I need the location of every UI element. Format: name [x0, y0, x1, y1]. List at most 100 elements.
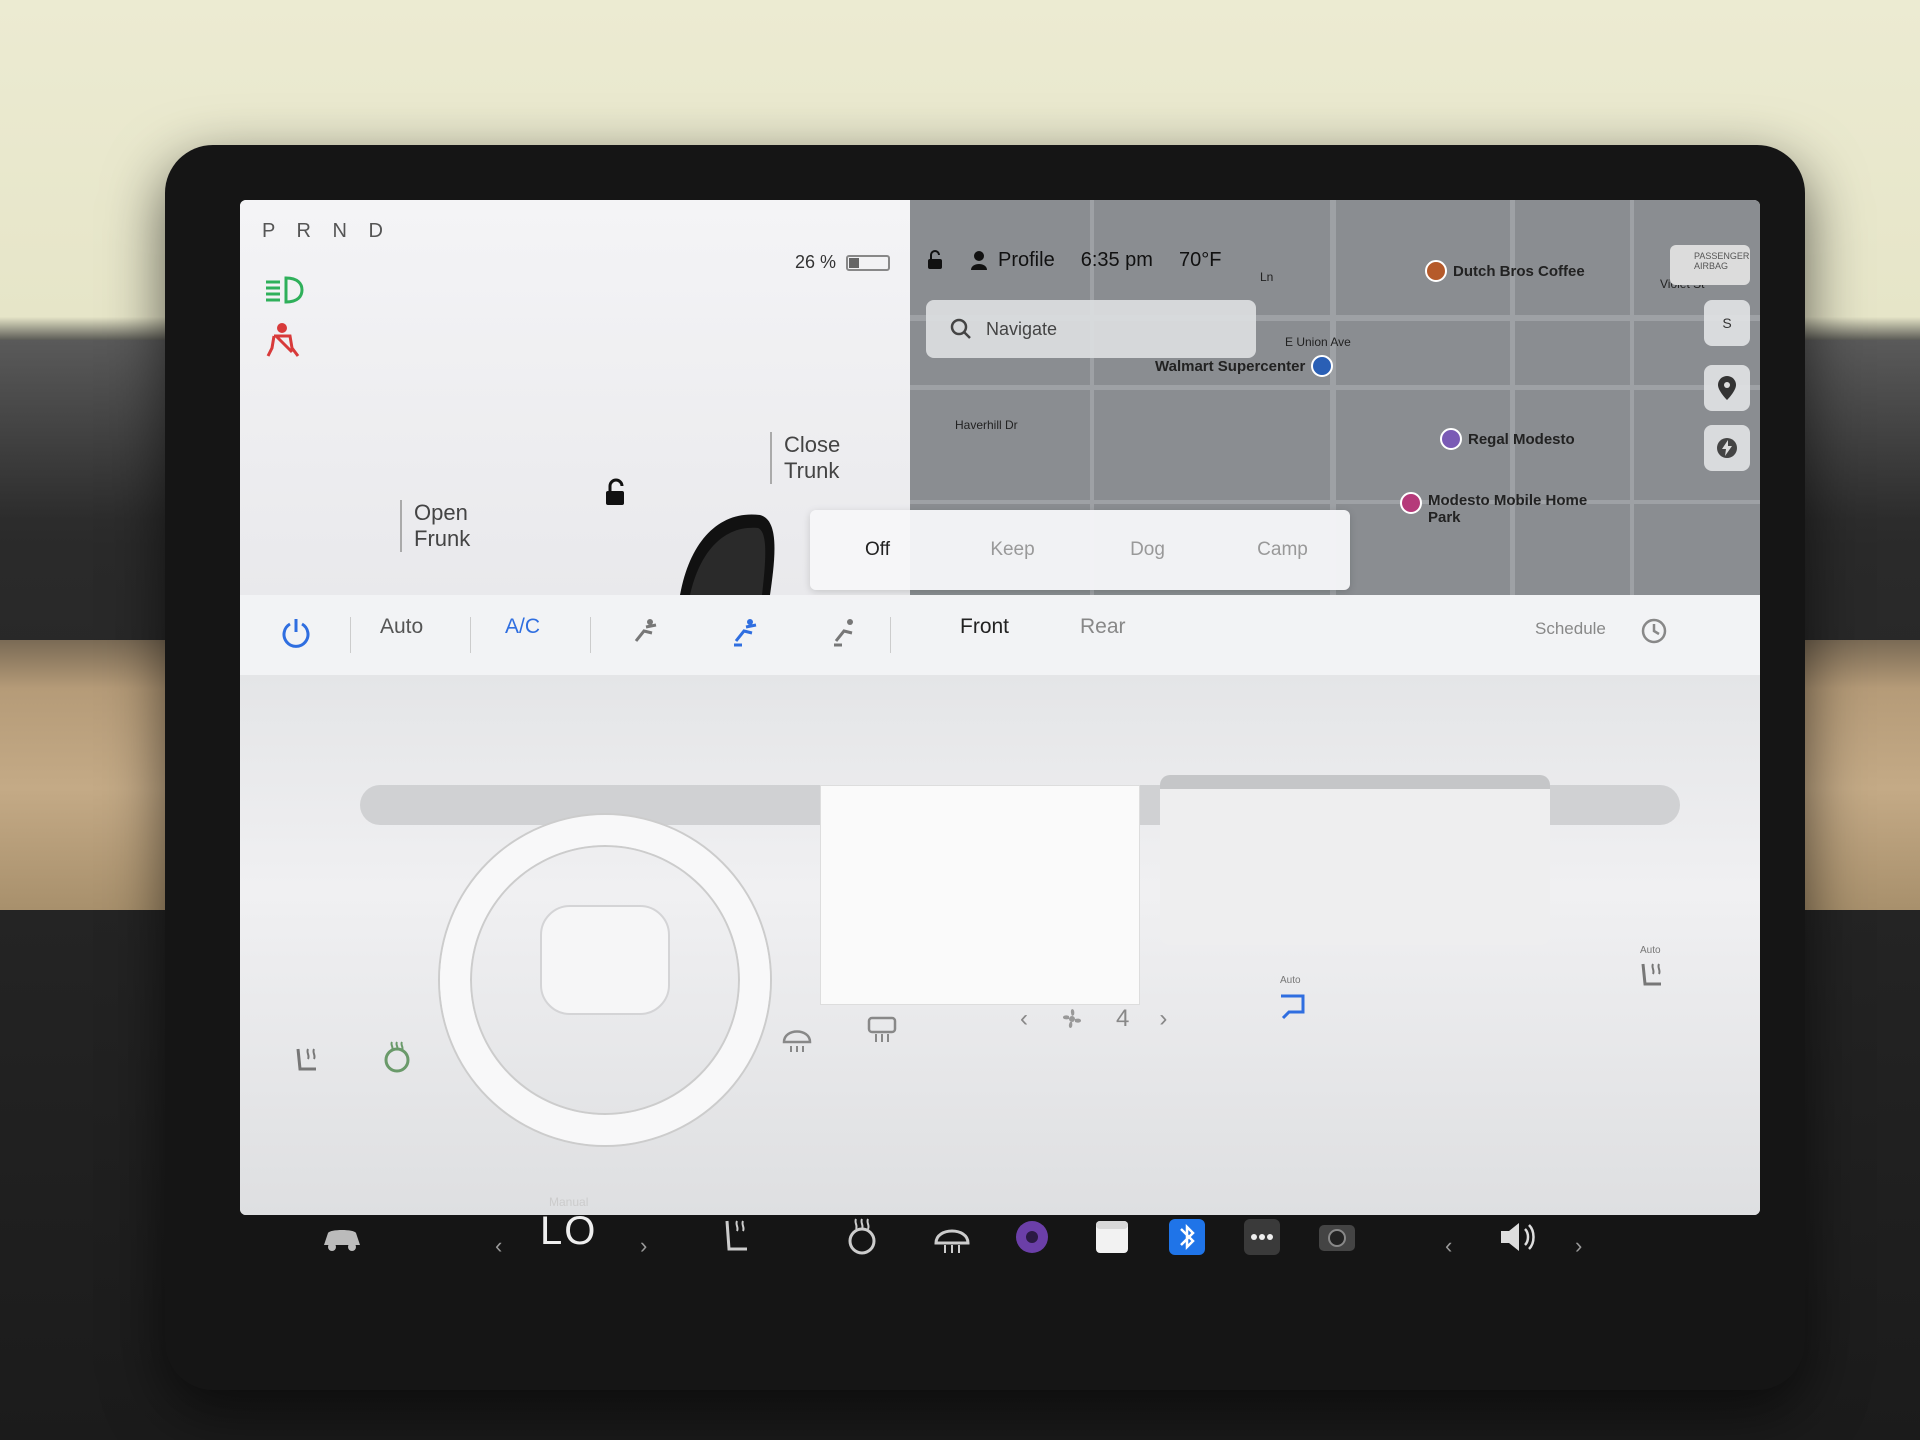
street-label: Ln [1260, 270, 1274, 284]
volume-increase-chevron[interactable]: › [1575, 1233, 1582, 1259]
media-app-icon[interactable] [1010, 1215, 1054, 1259]
poi-label: Regal Modesto [1468, 430, 1575, 448]
lodging-pin-icon [1400, 492, 1422, 514]
volume-decrease-chevron[interactable]: ‹ [1445, 1233, 1452, 1259]
person-icon [971, 251, 987, 270]
poi-label: Dutch Bros Coffee [1453, 262, 1585, 280]
rear-tab[interactable]: Rear [1080, 615, 1126, 639]
temperature-mode-label: Manual [549, 1195, 589, 1209]
battery-percent: 26 % [795, 252, 837, 272]
defrost-icon[interactable] [930, 1215, 974, 1259]
volume-icon[interactable] [1495, 1215, 1539, 1259]
headlights-icon [266, 276, 304, 304]
navigate-search[interactable]: Navigate [926, 300, 1256, 358]
profile-label: Profile [998, 248, 1055, 271]
clock-icon[interactable] [1640, 617, 1668, 645]
frunk-label-line1: Open [414, 500, 468, 525]
schedule-button[interactable]: Schedule [1535, 619, 1606, 639]
compass-icon: S [1722, 315, 1732, 331]
steering-heater-icon[interactable] [380, 1040, 414, 1074]
car-icon[interactable] [320, 1215, 364, 1259]
rear-defrost-icon[interactable] [865, 1010, 899, 1044]
front-tab[interactable]: Front [960, 615, 1009, 639]
front-defrost-icon[interactable] [780, 1020, 814, 1054]
poi-regal[interactable]: Regal Modesto [1440, 428, 1575, 450]
status-bar: Profile 6:35 pm 70°F [910, 240, 1760, 280]
climate-control-bar: Auto A/C Front Rear Schedule [240, 595, 1760, 675]
seat-heater-icon[interactable] [715, 1215, 759, 1259]
fan-increase-chevron[interactable]: › [1159, 1005, 1167, 1033]
fan-speed-control: ‹ 4 › [1020, 1005, 1167, 1033]
poi-label-line2: Park [1428, 509, 1461, 526]
more-apps-icon[interactable] [1240, 1215, 1284, 1259]
close-trunk-button[interactable]: Close Trunk [770, 432, 840, 484]
frunk-label-line2: Frunk [414, 526, 471, 551]
steering-hub-graphic [540, 905, 670, 1015]
coffee-pin-icon [1425, 260, 1447, 282]
glovebox-graphic [1160, 775, 1550, 945]
center-screen-graphic [820, 785, 1140, 1005]
street-label: Haverhill Dr [955, 418, 1018, 432]
supercharger-pin-icon [1311, 355, 1334, 377]
airflow-face-feet-icon[interactable] [730, 617, 760, 647]
battery-icon [846, 254, 891, 271]
driver-temperature[interactable]: Manual LO [540, 1195, 597, 1254]
recirculate-icon[interactable] [1275, 990, 1309, 1024]
unlock-icon[interactable] [600, 478, 630, 508]
touchscreen: P R N D 26 % Open Frunk Close Trunk Prof… [240, 200, 1760, 1215]
cabin-illustration: ‹ 4 › Auto Auto [240, 675, 1760, 1215]
temperature-value: LO [540, 1209, 598, 1253]
profile-button[interactable]: Profile [970, 249, 1055, 272]
mode-camp[interactable]: Camp [1215, 539, 1350, 561]
seatbelt-warning-icon [266, 323, 300, 357]
trunk-label-line1: Close [784, 432, 841, 457]
bluetooth-icon[interactable] [1165, 1215, 1209, 1259]
recirculate-auto-label: Auto [1280, 975, 1301, 986]
charger-filter-button[interactable] [1704, 425, 1750, 471]
temp-decrease-chevron[interactable]: ‹ [495, 1233, 502, 1259]
open-frunk-button[interactable]: Open Frunk [400, 500, 470, 552]
mode-keep[interactable]: Keep [945, 539, 1080, 561]
location-pin-button[interactable] [1704, 365, 1750, 411]
fan-speed-value: 4 [1116, 1005, 1130, 1032]
airbag-label: PASSENGER AIRBAG [1694, 251, 1750, 271]
gear-indicator: P R N D [262, 220, 391, 242]
mode-off[interactable]: Off [810, 539, 945, 561]
compass-button[interactable]: S [1704, 300, 1750, 346]
passenger-airbag-indicator: PASSENGER AIRBAG [1670, 245, 1750, 285]
lightning-icon [1717, 438, 1737, 458]
navigate-placeholder: Navigate [986, 318, 1058, 339]
climate-keep-modes: Off Keep Dog Camp [810, 510, 1350, 590]
temp-increase-chevron[interactable]: › [640, 1233, 647, 1259]
mode-dog[interactable]: Dog [1080, 539, 1215, 561]
seat-climate-auto-label: Auto [1640, 945, 1661, 956]
poi-label: Walmart Supercenter [1155, 357, 1306, 375]
fan-decrease-chevron[interactable]: ‹ [1020, 1005, 1028, 1033]
airflow-feet-icon[interactable] [830, 617, 860, 647]
street-label: E Union Ave [1285, 335, 1351, 349]
location-pin-icon [1718, 376, 1736, 400]
driver-seat-heater-icon[interactable] [290, 1045, 324, 1079]
passenger-seat-heater-icon[interactable] [1635, 960, 1669, 994]
ac-button[interactable]: A/C [505, 615, 540, 639]
trunk-label-line2: Trunk [784, 458, 840, 483]
camera-icon[interactable] [1315, 1215, 1359, 1259]
unlocked-icon[interactable] [926, 250, 944, 270]
outside-temperature: 70°F [1178, 248, 1222, 271]
poi-dutch-bros[interactable]: Dutch Bros Coffee [1425, 260, 1585, 282]
clock: 6:35 pm [1080, 248, 1153, 271]
steering-wheel-heater-icon[interactable] [840, 1215, 884, 1259]
airflow-face-icon[interactable] [630, 617, 660, 647]
bottom-dock: ‹ Manual LO › ‹ › [240, 1185, 1760, 1295]
auto-button[interactable]: Auto [380, 615, 423, 639]
battery-indicator: 26 % [795, 252, 891, 273]
poi-walmart[interactable]: Walmart Supercenter [1155, 355, 1334, 377]
car-model-icon [680, 514, 775, 595]
poi-label: Modesto Mobile Home [1428, 492, 1588, 509]
search-icon [950, 318, 971, 339]
poi-mobile-home-park[interactable]: Modesto Mobile Home Park [1400, 492, 1587, 526]
fan-icon [1062, 1009, 1082, 1029]
theater-pin-icon [1440, 428, 1462, 450]
calendar-app-icon[interactable] [1090, 1215, 1134, 1259]
power-icon[interactable] [280, 617, 312, 649]
